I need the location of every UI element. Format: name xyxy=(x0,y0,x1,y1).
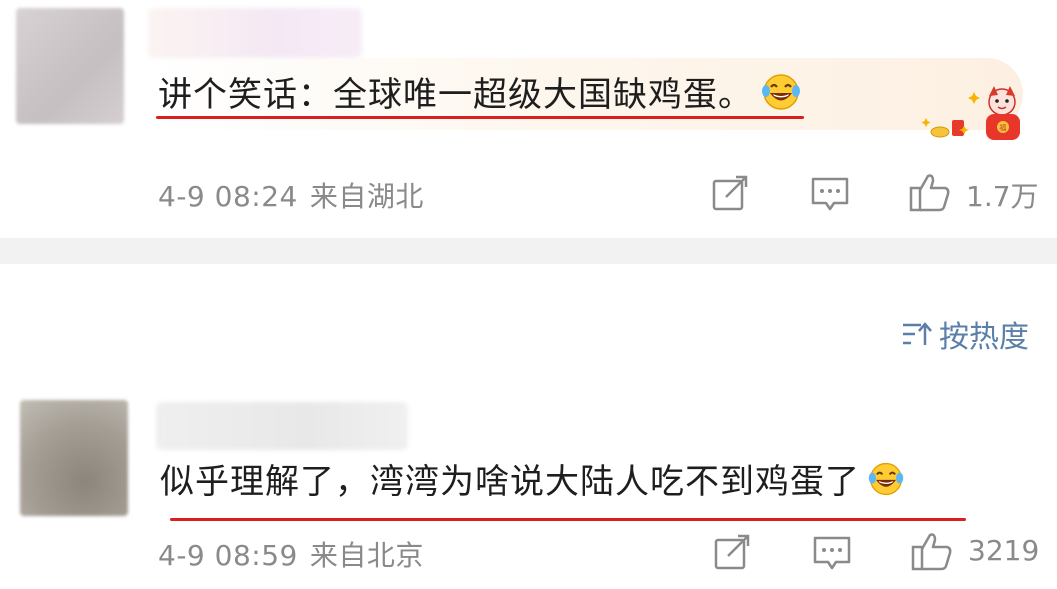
comment-icon[interactable] xyxy=(810,176,850,216)
comment-text-content: 似乎理解了，湾湾为啥说大陆人吃不到鸡蛋了 xyxy=(160,462,860,502)
svg-text:福: 福 xyxy=(1000,123,1007,132)
comment-feed: 讲个笑话：全球唯一超级大国缺鸡蛋。 福 4-9 08:24 来自湖北 1.7万 … xyxy=(0,0,1057,589)
comment-meta: 4-9 08:59 来自北京 xyxy=(158,534,424,574)
username[interactable] xyxy=(148,8,362,58)
comment-icon[interactable] xyxy=(812,535,852,575)
sort-by-hot-button[interactable]: 按热度 xyxy=(901,312,1029,356)
username[interactable] xyxy=(156,402,408,450)
red-underline xyxy=(156,116,804,119)
comment-text-content: 讲个笑话：全球唯一超级大国缺鸡蛋。 xyxy=(158,75,753,115)
share-icon[interactable] xyxy=(712,175,750,215)
comment-location: 来自北京 xyxy=(309,539,424,572)
avatar[interactable] xyxy=(16,8,124,124)
sort-icon xyxy=(903,322,932,345)
comment-location: 来自湖北 xyxy=(309,180,424,213)
like-count: 1.7万 xyxy=(966,180,1039,213)
thumbs-up-icon[interactable] xyxy=(910,531,954,575)
sort-label: 按热度 xyxy=(939,320,1029,355)
comment-meta: 4-9 08:24 来自湖北 xyxy=(158,175,424,215)
lucky-cat-sticker: 福 xyxy=(918,84,1028,146)
share-icon[interactable] xyxy=(714,534,752,574)
laughing-tears-emoji xyxy=(866,460,906,507)
laughing-tears-emoji xyxy=(759,72,803,121)
comment-date: 4-9 08:24 xyxy=(158,180,298,213)
comment-date: 4-9 08:59 xyxy=(158,539,298,572)
thumbs-up-icon[interactable] xyxy=(908,172,952,216)
like-count: 3219 xyxy=(968,534,1040,567)
comment-text: 似乎理解了，湾湾为啥说大陆人吃不到鸡蛋了 xyxy=(160,460,906,507)
section-divider xyxy=(0,238,1057,264)
comment-text: 讲个笑话：全球唯一超级大国缺鸡蛋。 xyxy=(158,72,803,121)
red-underline xyxy=(170,518,966,521)
avatar[interactable] xyxy=(20,400,128,516)
